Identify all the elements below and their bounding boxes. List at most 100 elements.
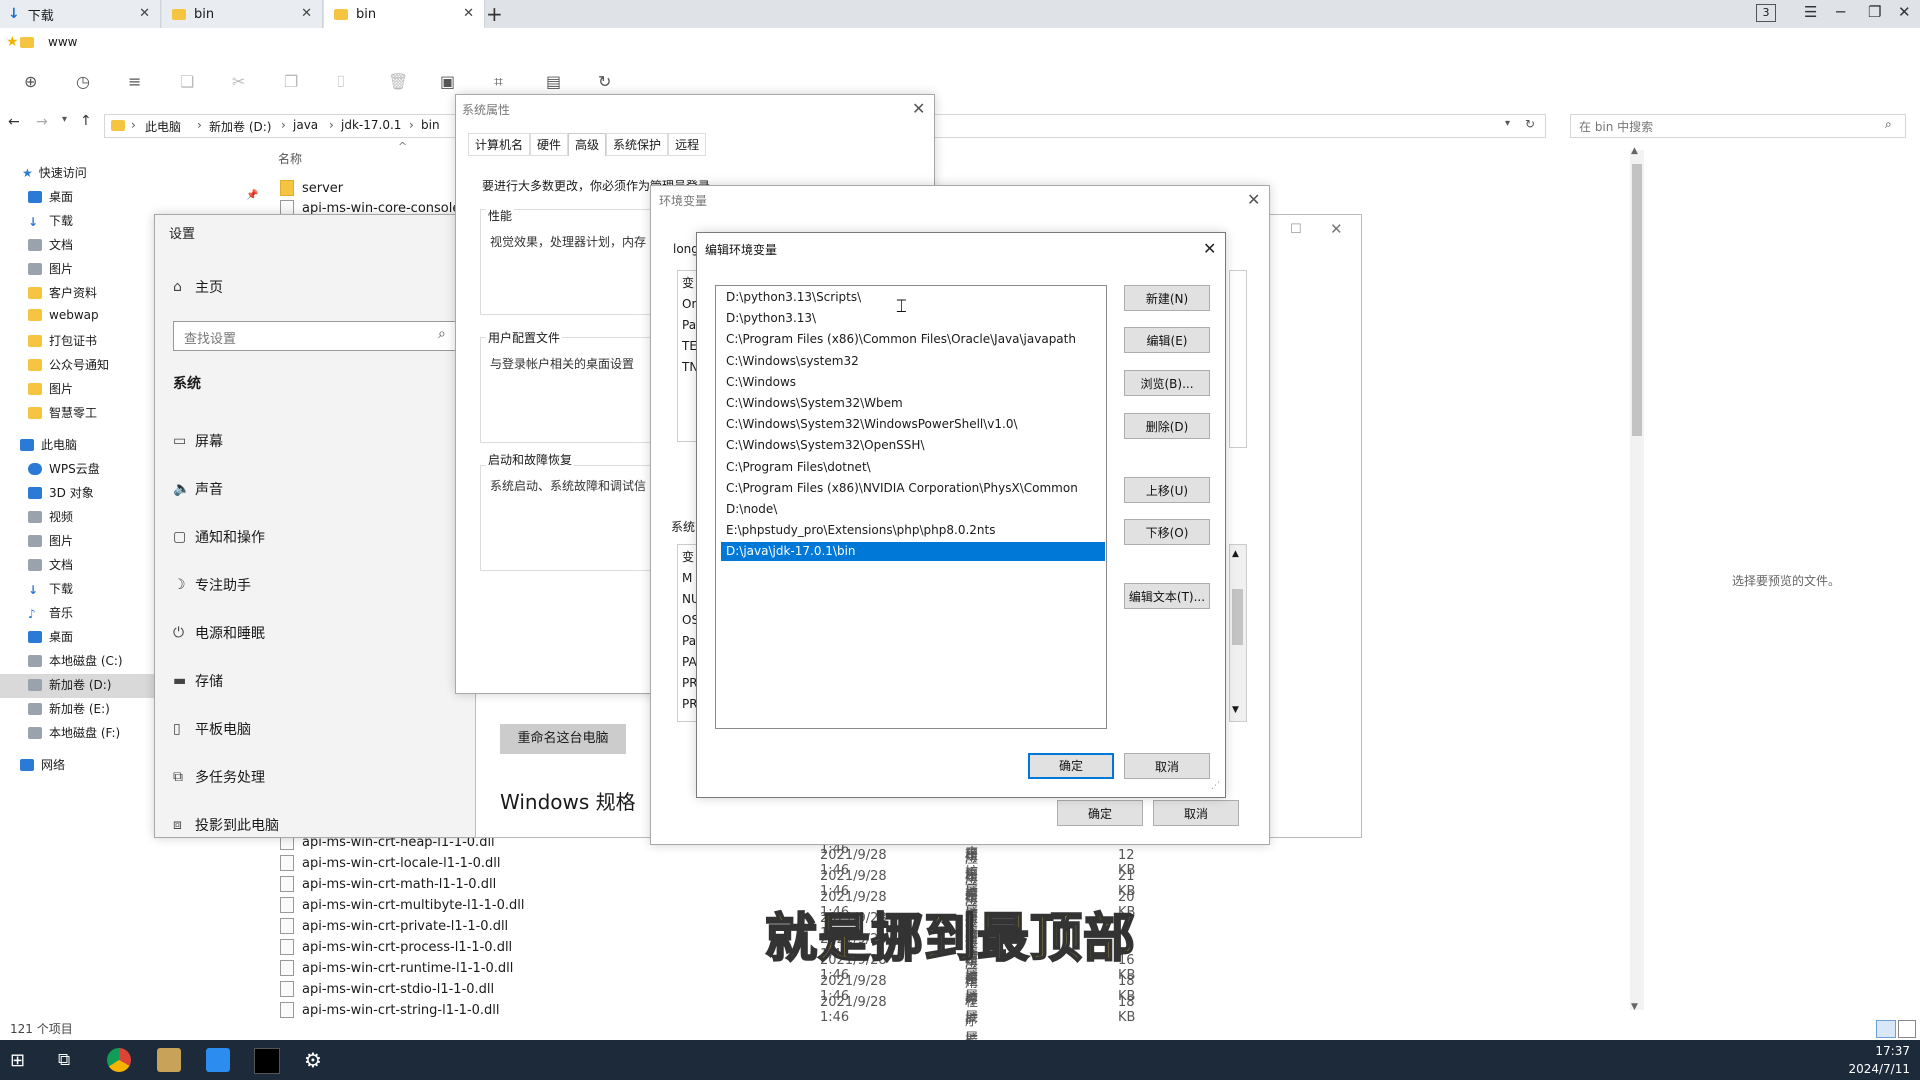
new-tab-button[interactable]: + bbox=[486, 2, 503, 26]
file-row[interactable]: server bbox=[280, 178, 343, 198]
gear-icon[interactable]: ⚙ bbox=[304, 1048, 322, 1072]
nav-item[interactable]: 本地磁盘 (C:) bbox=[28, 652, 123, 669]
edit-env-ok-button[interactable]: 确定 bbox=[1028, 753, 1114, 779]
path-item-selected[interactable]: D:\java\jdk-17.0.1\bin bbox=[721, 542, 1105, 562]
scrollbar-thumb[interactable] bbox=[1632, 164, 1642, 436]
refresh-icon[interactable]: ↻ bbox=[1525, 117, 1535, 131]
nav-quick-access[interactable]: ★ 快速访问 bbox=[22, 164, 87, 181]
settings-item-power[interactable]: ⏻ 电源和睡眠 bbox=[173, 623, 265, 643]
tab-remote[interactable]: 远程 bbox=[668, 133, 707, 156]
nav-item[interactable]: 图片 bbox=[28, 260, 73, 277]
nav-item[interactable]: 桌面 bbox=[28, 628, 73, 645]
nav-item[interactable]: 桌面 bbox=[28, 188, 73, 205]
browse-button[interactable]: 浏览(B)... bbox=[1124, 370, 1210, 396]
breadcrumb-item[interactable]: 此电脑 bbox=[145, 118, 181, 135]
breadcrumb-item[interactable]: 新加卷 (D:) bbox=[209, 118, 271, 135]
nav-item[interactable]: WPS云盘 bbox=[28, 460, 100, 477]
nav-this-pc[interactable]: 此电脑 bbox=[20, 436, 77, 453]
clock-date[interactable]: 2024/7/11 bbox=[1846, 1062, 1910, 1076]
nav-item[interactable]: 视频 bbox=[28, 508, 73, 525]
delete-button[interactable]: 删除(D) bbox=[1124, 413, 1210, 439]
path-list[interactable]: D:\python3.13\Scripts\ D:\python3.13\ C:\P… bbox=[715, 285, 1107, 729]
settings-item-focus[interactable]: ☽ 专注助手 bbox=[173, 575, 251, 595]
path-item[interactable]: C:\Windows\system32 bbox=[721, 352, 1105, 371]
envvars-ok-button[interactable]: 确定 bbox=[1057, 800, 1143, 826]
settings-item-projecting[interactable]: ⧈ 投影到此电脑 bbox=[173, 815, 279, 835]
breadcrumb-item[interactable]: jdk-17.0.1 bbox=[341, 118, 401, 132]
view-menu-icon[interactable]: ≡ bbox=[128, 72, 141, 91]
nav-item[interactable]: 3D 对象 bbox=[28, 484, 94, 501]
file-row[interactable]: api-ms-win-crt-runtime-l1-1-0.dll 2021/9/… bbox=[280, 915, 1135, 1025]
close-icon[interactable]: ✕ bbox=[1330, 220, 1343, 238]
scroll-up-icon[interactable]: ▲ bbox=[1232, 549, 1239, 559]
tab-advanced[interactable]: 高级 bbox=[568, 133, 607, 156]
pin-icon[interactable]: 📌 bbox=[246, 190, 258, 201]
search-icon[interactable]: ⌕ bbox=[1885, 117, 1892, 132]
nav-item[interactable]: ↓ 下载 bbox=[28, 212, 73, 229]
tab-bin-2[interactable]: bin ✕ bbox=[324, 0, 485, 28]
nav-item[interactable]: 打包证书 bbox=[28, 332, 97, 349]
file-row[interactable]: api-ms-win-crt-locale-l1-1-0.dll 2021/9/2… bbox=[280, 810, 1135, 920]
settings-item-multitasking[interactable]: ⧉ 多任务处理 bbox=[173, 767, 265, 787]
nav-item[interactable]: 智慧零工 bbox=[28, 404, 97, 421]
path-item[interactable]: C:\Program Files\dotnet\ bbox=[721, 458, 1105, 477]
close-window-button[interactable]: ✕ bbox=[1898, 3, 1911, 21]
nav-item[interactable]: 客户资料 bbox=[28, 284, 97, 301]
tab-bin-1[interactable]: bin ✕ bbox=[162, 0, 323, 28]
nav-network[interactable]: 网络 bbox=[20, 756, 65, 773]
clock-time[interactable]: 17:37 bbox=[1866, 1044, 1910, 1058]
delete-icon[interactable]: 🗑 bbox=[388, 72, 408, 91]
file-explorer-icon[interactable] bbox=[206, 1048, 230, 1072]
path-item[interactable]: C:\Windows\System32\OpenSSH\ bbox=[721, 436, 1105, 455]
nav-item[interactable]: ↓ 下载 bbox=[28, 580, 73, 597]
search-input[interactable]: 在 bin 中搜索 ⌕ bbox=[1570, 114, 1906, 138]
cut-icon[interactable]: ✂ bbox=[232, 72, 245, 91]
restore-button[interactable]: ❐ bbox=[1868, 3, 1881, 21]
path-item[interactable]: C:\Windows\System32\WindowsPowerShell\v1… bbox=[721, 415, 1105, 434]
settings-item-storage[interactable]: ▬ 存储 bbox=[173, 671, 223, 691]
edit-text-button[interactable]: 编辑文本(T)... bbox=[1124, 583, 1210, 609]
star-icon[interactable]: ★ bbox=[6, 34, 19, 50]
resize-grip-icon[interactable]: ⋰ bbox=[1211, 781, 1220, 791]
file-row[interactable]: api-ms-win-crt-stdio-l1-1-0.dll 2021/9/28… bbox=[280, 936, 1135, 1046]
system-vars-scrollbar[interactable]: ▲ ▼ bbox=[1229, 544, 1247, 722]
path-item[interactable]: C:\Program Files (x86)\NVIDIA Corporatio… bbox=[721, 479, 1105, 498]
close-icon[interactable]: ✕ bbox=[1247, 190, 1260, 209]
chevron-down-icon[interactable]: ▾ bbox=[1505, 118, 1510, 129]
up-icon[interactable]: ↑ bbox=[80, 113, 92, 129]
preview-view-icon[interactable] bbox=[1898, 1020, 1916, 1038]
file-row[interactable]: api-ms-win-crt-private-l1-1-0.dll 2021/9/… bbox=[280, 873, 978, 983]
path-item[interactable]: C:\Program Files (x86)\Common Files\Orac… bbox=[721, 330, 1105, 349]
nav-item[interactable]: 图片 bbox=[28, 380, 73, 397]
copy-icon[interactable]: ❏ bbox=[180, 72, 194, 91]
tab-count-badge[interactable]: 3 bbox=[1756, 4, 1776, 22]
add-icon[interactable]: ⊕ bbox=[24, 72, 37, 91]
windows-start-icon[interactable]: ⊞ bbox=[10, 1050, 25, 1071]
nav-item[interactable]: webwap bbox=[28, 308, 99, 322]
details-view-icon[interactable] bbox=[1876, 1020, 1896, 1038]
settings-item-sound[interactable]: 🔈 声音 bbox=[173, 479, 223, 499]
scroll-down-icon[interactable]: ▼ bbox=[1232, 705, 1239, 715]
close-icon[interactable]: ✕ bbox=[1203, 239, 1216, 258]
breadcrumb-item[interactable]: java bbox=[293, 118, 318, 132]
path-item[interactable]: D:\node\ bbox=[721, 500, 1105, 519]
nav-item[interactable]: 公众号通知 bbox=[28, 356, 109, 373]
menu-icon[interactable]: ☰ bbox=[1804, 3, 1817, 21]
edit-env-cancel-button[interactable]: 取消 bbox=[1124, 753, 1210, 779]
back-icon[interactable]: ← bbox=[8, 114, 20, 130]
path-item[interactable]: D:\python3.13\Scripts\ bbox=[721, 288, 1105, 307]
nav-item[interactable]: 文档 bbox=[28, 556, 73, 573]
paste-icon[interactable]: ❐ bbox=[284, 72, 298, 91]
nav-item[interactable]: 新加卷 (E:) bbox=[28, 700, 110, 717]
chevron-down-icon[interactable]: ▾ bbox=[62, 114, 67, 125]
scroll-down-icon[interactable]: ▼ bbox=[1631, 1002, 1638, 1012]
file-row[interactable]: api-ms-win-crt-math-l1-1-0.dll 2021/9/28 … bbox=[280, 831, 1135, 941]
file-row[interactable]: api-ms-win-crt-process-l1-1-0.dll 2021/9/… bbox=[280, 894, 978, 1004]
forward-icon[interactable]: → bbox=[36, 114, 48, 130]
settings-item-notifications[interactable]: ▢ 通知和操作 bbox=[173, 527, 265, 547]
path-item[interactable]: E:\phpstudy_pro\Extensions\php\php8.0.2n… bbox=[721, 521, 1105, 540]
close-icon[interactable]: ✕ bbox=[301, 6, 312, 21]
column-header-name[interactable]: 名称 bbox=[278, 150, 302, 167]
settings-item-display[interactable]: ▭ 屏幕 bbox=[173, 431, 223, 451]
tab-system-protection[interactable]: 系统保护 bbox=[606, 133, 669, 156]
